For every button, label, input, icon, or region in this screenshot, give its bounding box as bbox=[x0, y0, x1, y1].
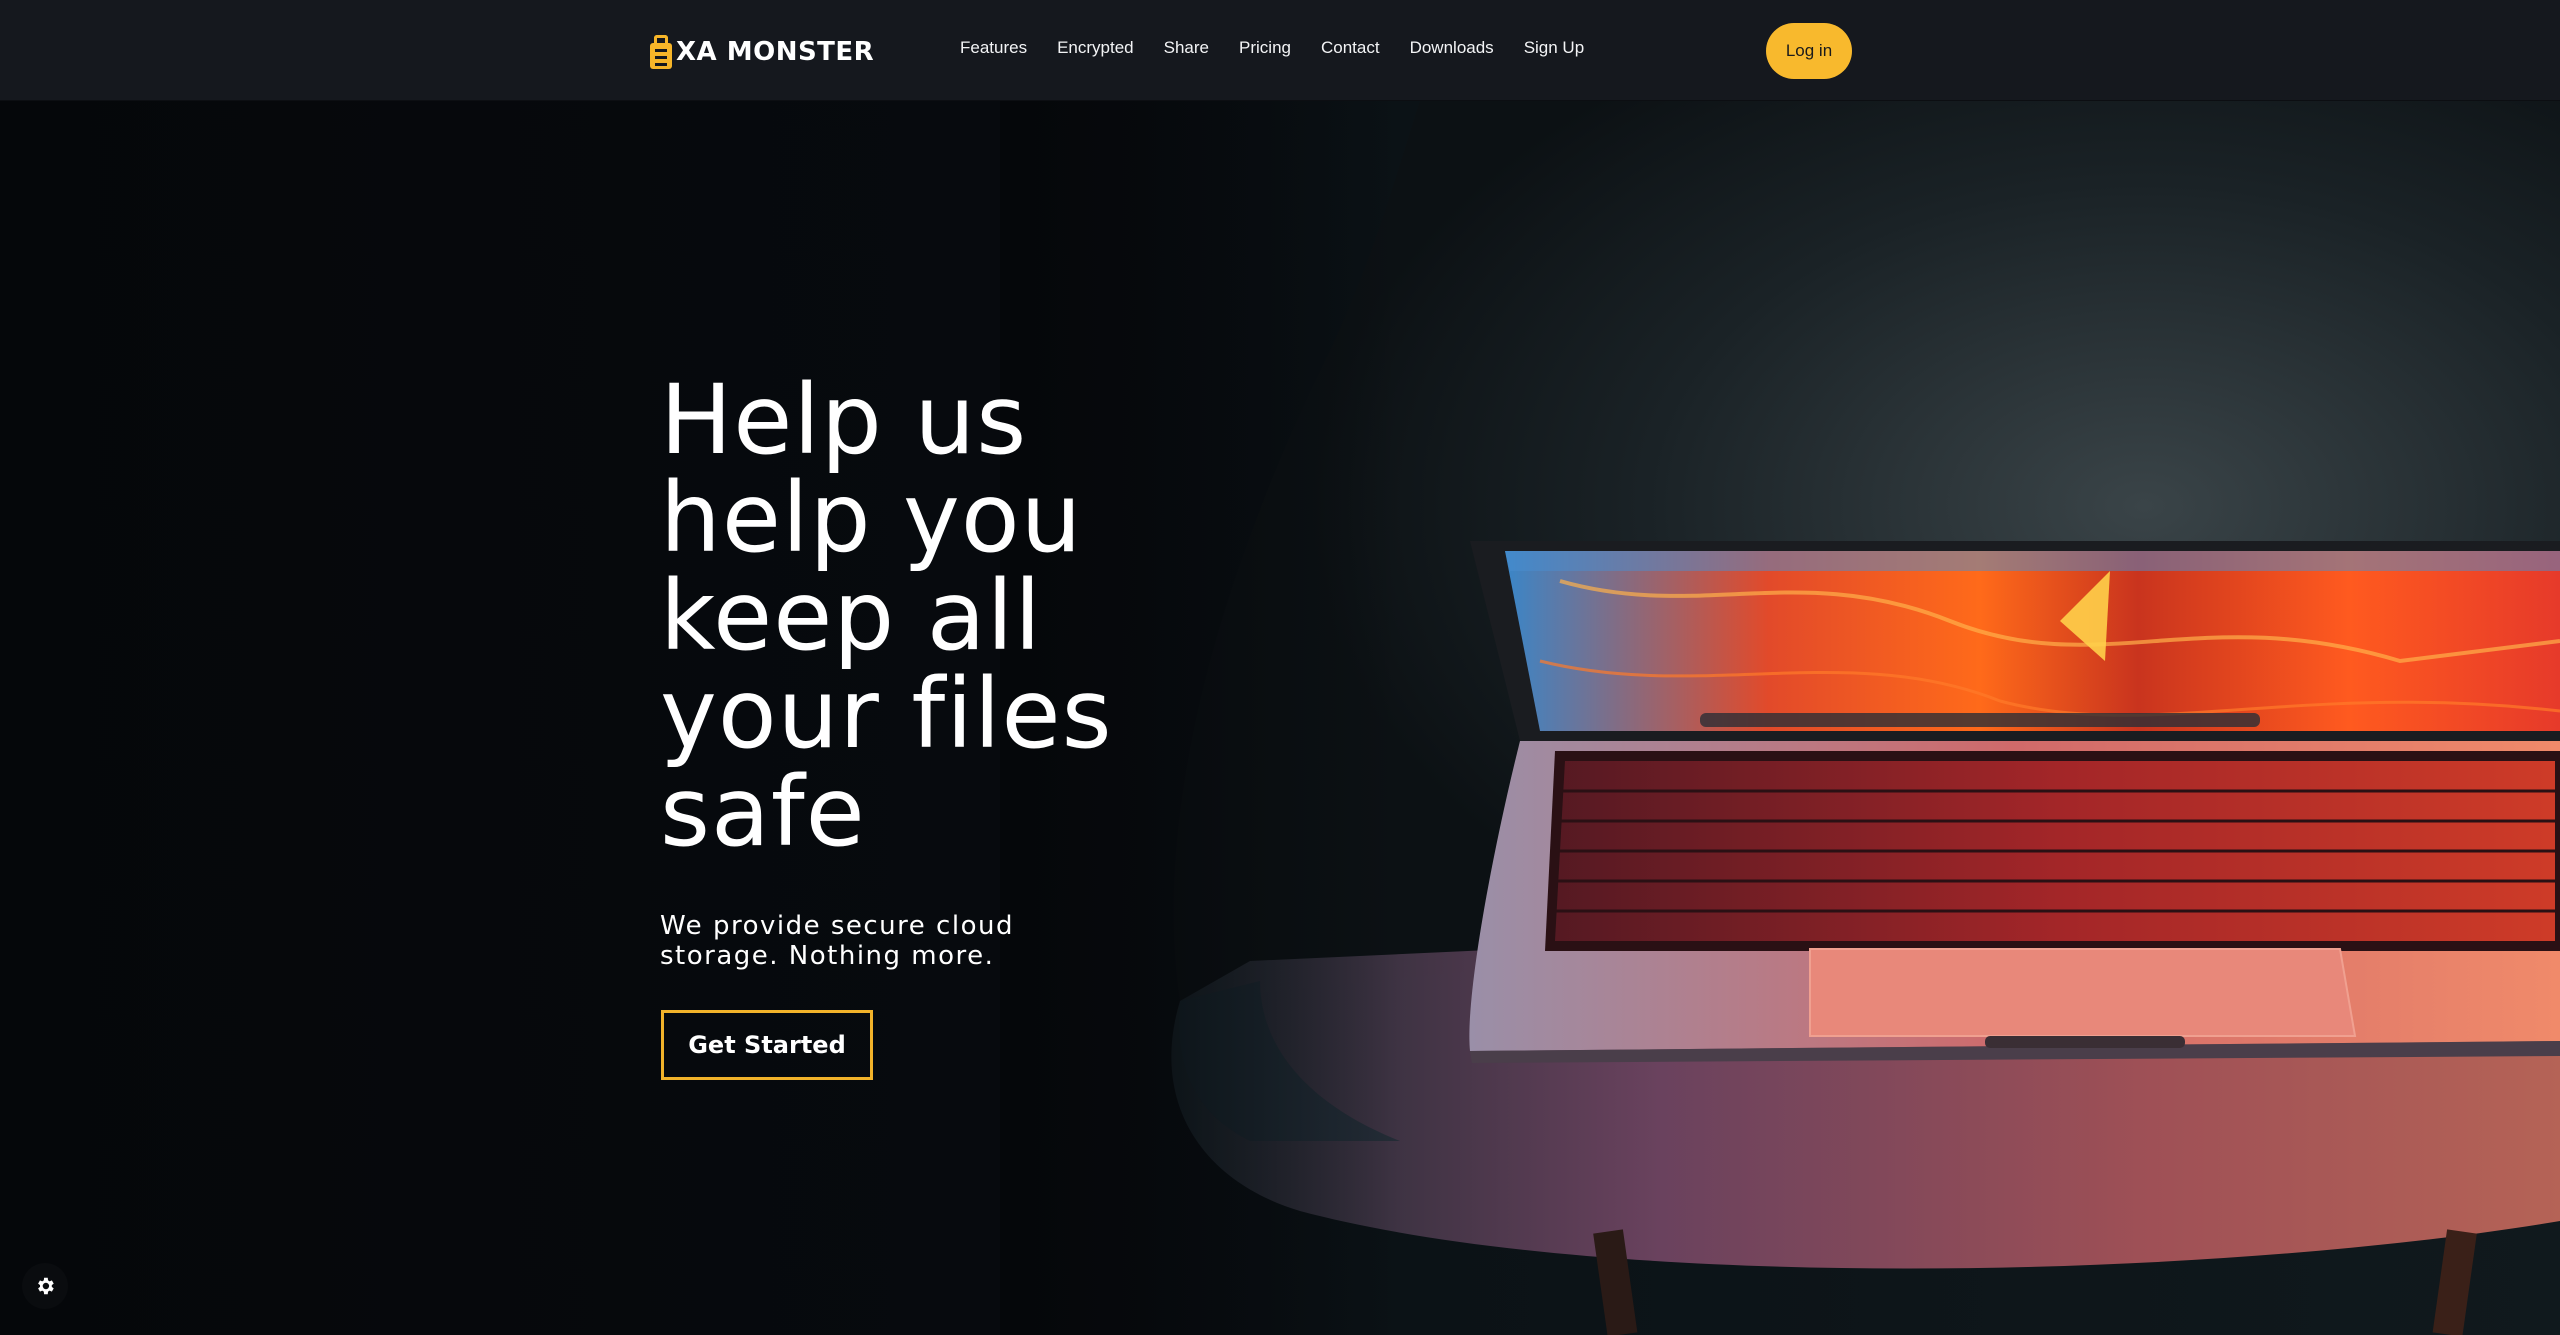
nav-link-encrypted[interactable]: Encrypted bbox=[1057, 38, 1134, 58]
hero-section: Help us help you keep all your files saf… bbox=[0, 101, 2560, 1335]
hero-heading-line: keep all bbox=[660, 560, 1042, 672]
hero-background-image bbox=[1000, 101, 2560, 1335]
nav-link-sign-up[interactable]: Sign Up bbox=[1524, 38, 1584, 58]
hero-heading-line: safe bbox=[660, 756, 866, 868]
hero-heading-line: your files bbox=[660, 658, 1113, 770]
nav-link-share[interactable]: Share bbox=[1164, 38, 1209, 58]
nav-link-contact[interactable]: Contact bbox=[1321, 38, 1380, 58]
nav-link-downloads[interactable]: Downloads bbox=[1410, 38, 1494, 58]
top-navbar: XA MONSTER Features Encrypted Share Pric… bbox=[0, 0, 2560, 101]
brand-logo[interactable]: XA MONSTER bbox=[650, 32, 874, 72]
gear-icon bbox=[38, 1277, 54, 1295]
hero-heading-line: Help us bbox=[660, 364, 1028, 476]
brand-name: XA MONSTER bbox=[676, 37, 875, 67]
hero-heading: Help us help you keep all your files saf… bbox=[660, 371, 1220, 861]
main-nav: Features Encrypted Share Pricing Contact… bbox=[960, 38, 1584, 58]
hero-subtitle: We provide secure cloud storage. Nothing… bbox=[660, 911, 1014, 971]
get-started-button[interactable]: Get Started bbox=[661, 1010, 873, 1080]
nav-link-pricing[interactable]: Pricing bbox=[1239, 38, 1291, 58]
page: XA MONSTER Features Encrypted Share Pric… bbox=[0, 0, 2560, 1335]
logo-mark-icon bbox=[650, 35, 674, 69]
nav-link-features[interactable]: Features bbox=[960, 38, 1027, 58]
cookie-settings-button[interactable] bbox=[22, 1263, 68, 1309]
hero-heading-line: help you bbox=[660, 462, 1083, 574]
login-button[interactable]: Log in bbox=[1766, 23, 1852, 79]
